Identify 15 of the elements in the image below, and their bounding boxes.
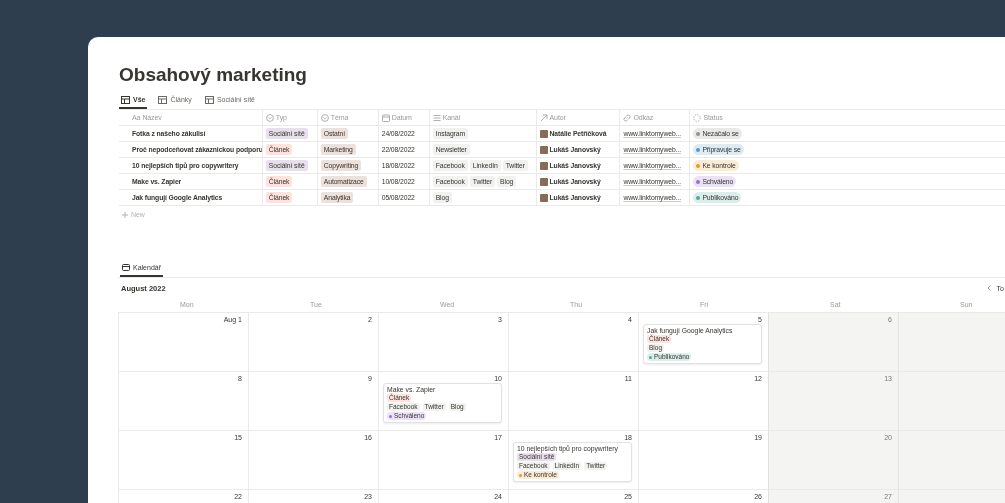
calendar-day-cell[interactable] [898, 312, 1005, 371]
list-icon [432, 113, 441, 122]
dashed-circle-icon [693, 113, 702, 122]
chevron-left-icon[interactable] [986, 285, 991, 291]
page-title: Obsahový marketing [119, 63, 308, 87]
table-icon [121, 95, 130, 104]
link-icon [623, 113, 632, 122]
table-icon [204, 95, 214, 104]
chevron-circle-icon [265, 113, 274, 122]
plus-icon [122, 211, 128, 218]
table-icon [158, 95, 168, 104]
calendar-icon [381, 113, 390, 122]
chevron-circle-icon [320, 113, 329, 122]
arrow-icon [539, 113, 548, 122]
calendar-icon [122, 264, 130, 271]
